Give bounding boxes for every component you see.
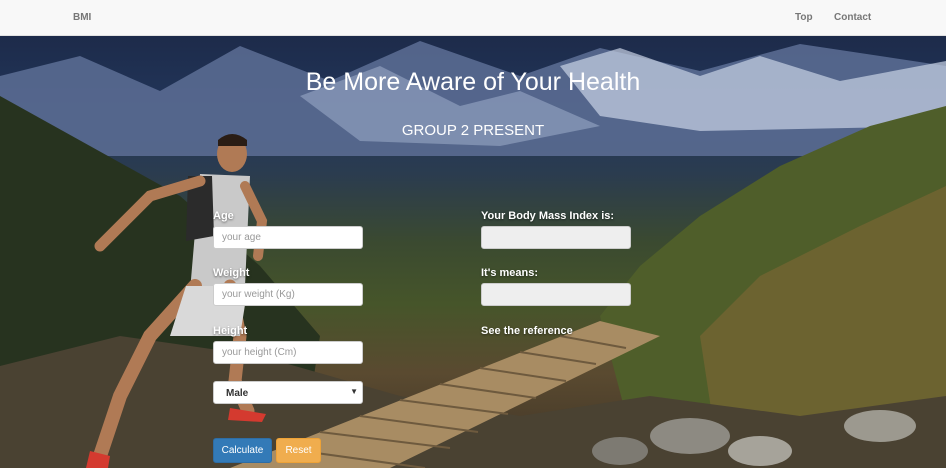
hero-section: Be More Aware of Your Health GROUP 2 PRE…	[0, 36, 946, 468]
hero-title: Be More Aware of Your Health	[305, 68, 641, 96]
calculate-button[interactable]: Calculate	[213, 438, 272, 463]
height-label: Height	[213, 325, 248, 337]
hero-subtitle: GROUP 2 PRESENT	[401, 122, 545, 139]
bmi-result-label: Your Body Mass Index is:	[481, 210, 615, 222]
mountain-runner-background-image	[0, 41, 946, 468]
reset-button[interactable]: Reset	[276, 438, 321, 463]
reference-link[interactable]: See the reference	[481, 325, 573, 337]
weight-label: Weight	[213, 267, 250, 279]
age-label: Age	[213, 210, 234, 222]
gender-select[interactable]: Male ▼	[213, 381, 363, 404]
height-input[interactable]	[213, 341, 363, 364]
navbar-brand[interactable]: BMI	[73, 12, 91, 23]
gender-select-value: Male	[226, 388, 249, 399]
meaning-field	[481, 283, 631, 306]
top-navbar: BMI Top Contact	[0, 0, 946, 36]
nav-link-contact[interactable]: Contact	[834, 12, 871, 23]
weight-input[interactable]	[213, 283, 363, 306]
nav-link-top[interactable]: Top	[795, 12, 813, 23]
dropdown-arrow-icon: ▼	[350, 387, 358, 396]
meaning-label: It's means:	[481, 267, 539, 279]
bmi-result-field	[481, 226, 631, 249]
age-input[interactable]	[213, 226, 363, 249]
